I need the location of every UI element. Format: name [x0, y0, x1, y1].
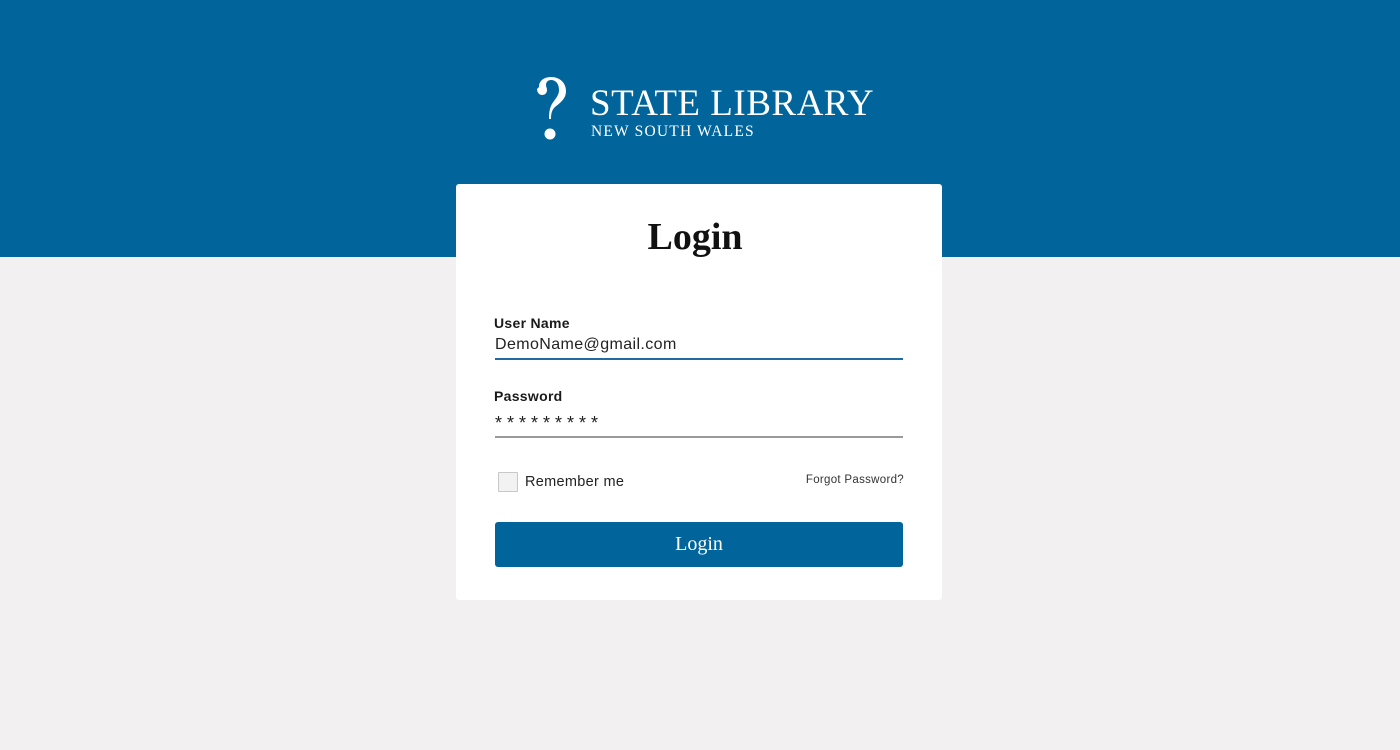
password-label: Password [494, 388, 563, 404]
logo-subtitle: NEW SOUTH WALES [591, 123, 755, 140]
password-input[interactable] [495, 410, 903, 438]
logo-title: STATE LIBRARY [590, 83, 875, 124]
login-button[interactable]: Login [495, 522, 903, 567]
username-input[interactable] [495, 332, 903, 360]
login-title: Login [647, 216, 743, 258]
username-label: User Name [494, 315, 570, 331]
remember-me-checkbox[interactable] [498, 472, 518, 492]
login-card: Login User Name Password Remember me For… [456, 184, 942, 600]
remember-me[interactable]: Remember me [498, 472, 624, 492]
state-library-logo: STATE LIBRARY NEW SOUTH WALES [533, 77, 875, 143]
remember-me-label: Remember me [525, 474, 625, 490]
forgot-password-link[interactable]: Forgot Password? [806, 474, 904, 486]
question-mark-icon [537, 77, 566, 140]
